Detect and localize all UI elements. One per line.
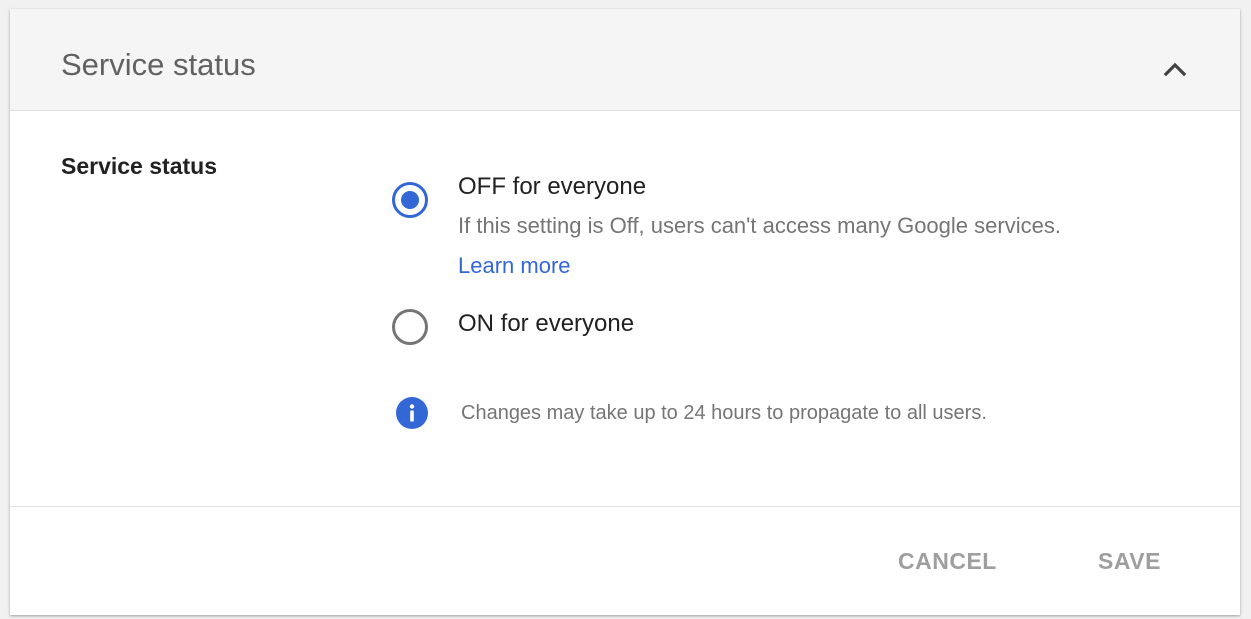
option-label-on[interactable]: ON for everyone xyxy=(458,309,634,339)
chevron-up-icon xyxy=(1163,62,1187,77)
radio-off-for-everyone[interactable] xyxy=(390,180,430,220)
info-icon xyxy=(396,397,428,429)
card-header[interactable]: Service status xyxy=(10,9,1240,111)
info-message: Changes may take up to 24 hours to propa… xyxy=(461,402,987,424)
collapse-button[interactable] xyxy=(1155,49,1195,89)
option-description-off: If this setting is Off, users can't acce… xyxy=(458,213,1061,238)
radio-checked-icon xyxy=(392,182,428,218)
option-label-off[interactable]: OFF for everyone xyxy=(458,172,646,202)
save-button[interactable]: SAVE xyxy=(1098,544,1161,578)
footer-divider xyxy=(10,506,1240,507)
cancel-button[interactable]: CANCEL xyxy=(898,544,997,578)
setting-label: Service status xyxy=(61,153,217,179)
service-status-card: Service status Service status OFF for ev… xyxy=(10,9,1240,615)
learn-more-link[interactable]: Learn more xyxy=(458,251,571,281)
card-title: Service status xyxy=(61,47,256,82)
radio-on-for-everyone[interactable] xyxy=(390,307,430,347)
radio-unchecked-icon xyxy=(392,309,428,345)
